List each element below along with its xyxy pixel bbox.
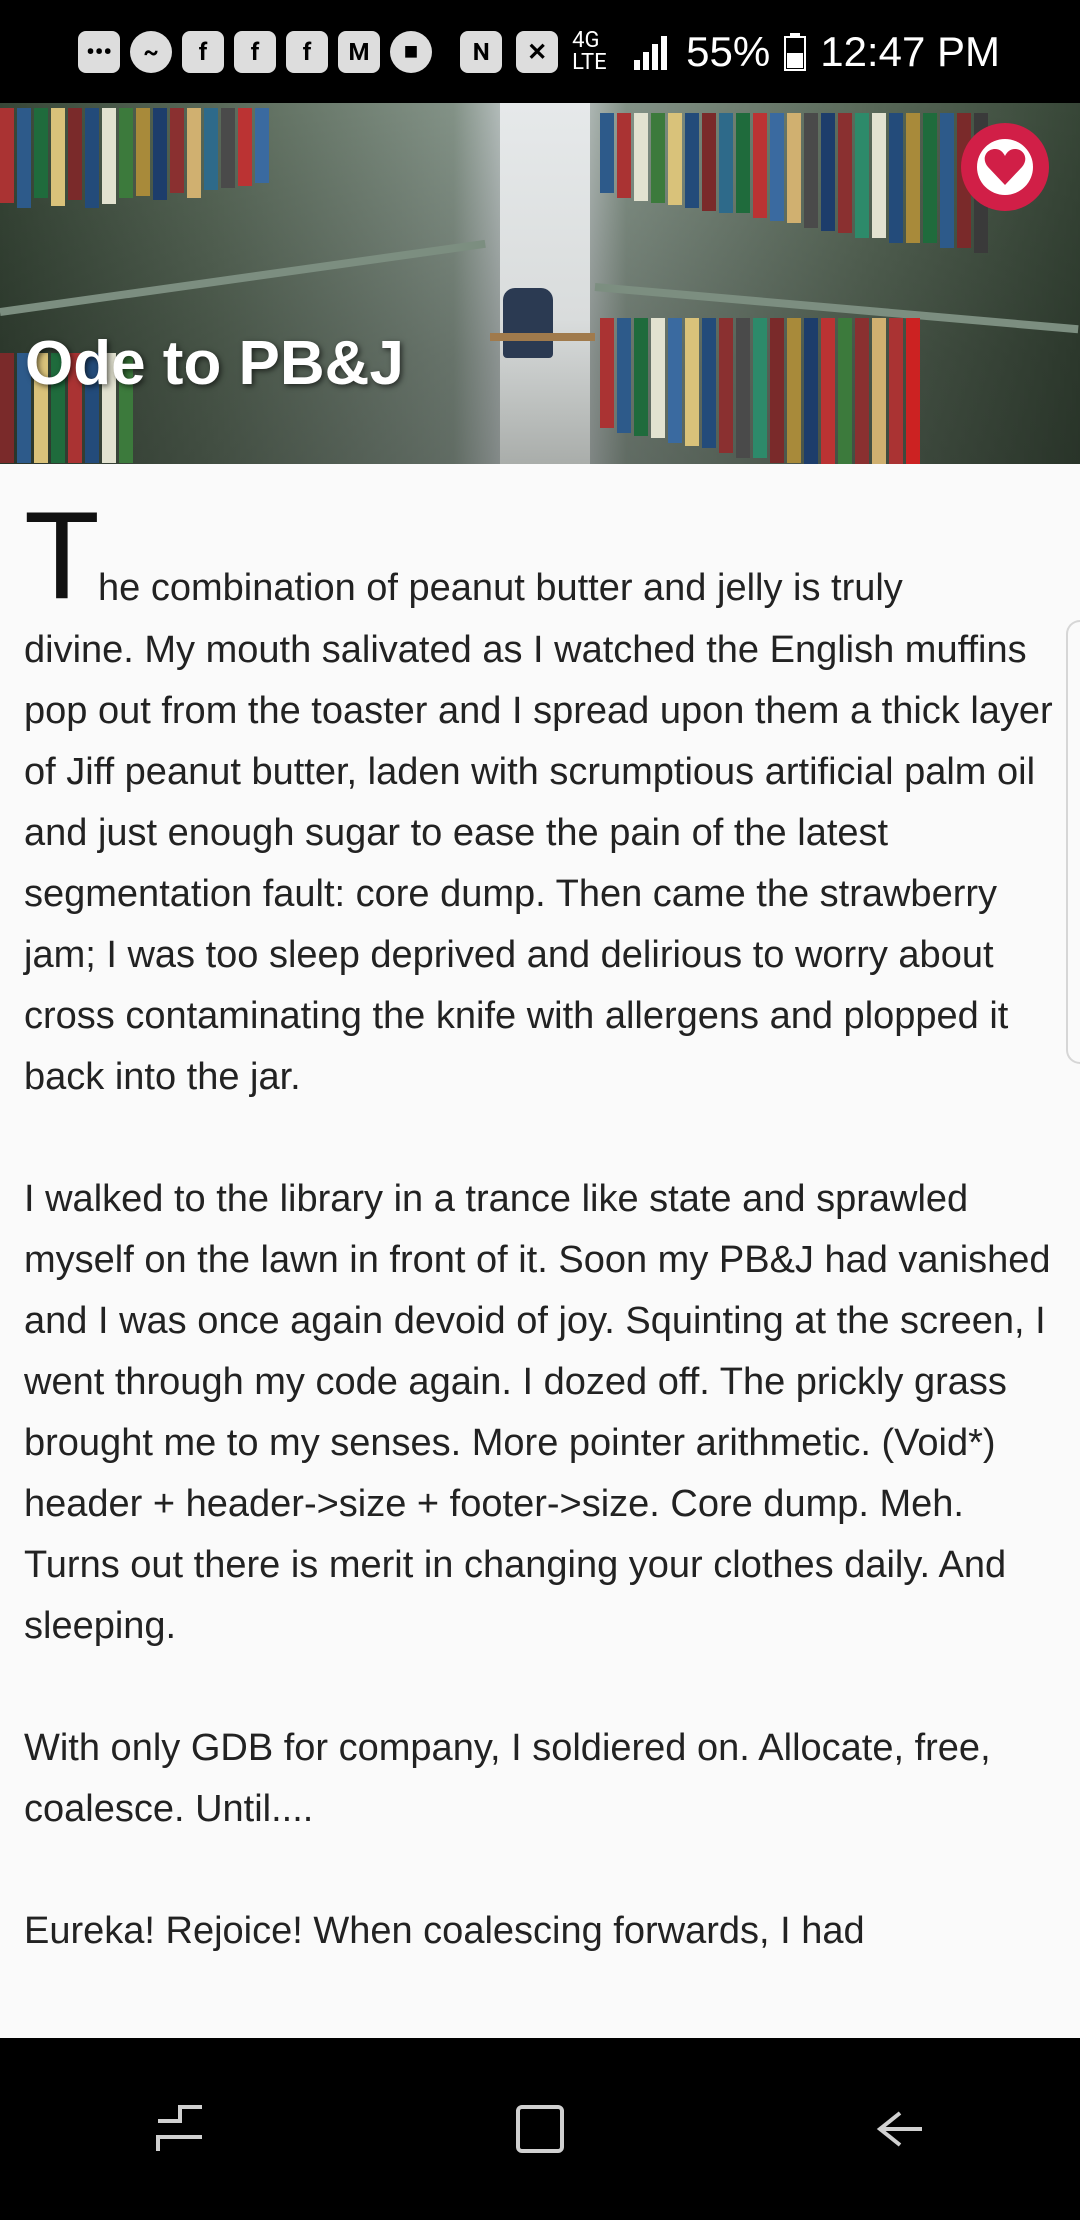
facebook-icon: f	[286, 30, 328, 73]
library-corridor	[500, 103, 590, 464]
back-button[interactable]	[860, 2089, 940, 2169]
article-body: T he combination of peanut butter and je…	[24, 494, 1064, 1962]
favorite-inner	[977, 139, 1033, 195]
facebook-icon: f	[234, 30, 276, 73]
nfc-icon: N	[460, 30, 503, 73]
stop-icon: ■	[390, 30, 432, 73]
battery-icon	[784, 32, 807, 71]
paragraph-4: Eureka! Rejoice! When coalescing forward…	[24, 1910, 865, 1952]
paragraph-2: I walked to the library in a trance like…	[24, 1178, 1051, 1647]
system-status: N ✕ 4G LTE 55% 12:47 PM	[460, 0, 1000, 103]
home-icon	[516, 2105, 564, 2153]
mute-icon: ✕	[516, 30, 559, 73]
left-books-top	[0, 108, 269, 208]
favorite-button[interactable]	[961, 123, 1049, 211]
desk-shape	[490, 333, 595, 341]
clock: 12:47 PM	[820, 27, 1000, 75]
notification-icons: ••• ~ f f f M ■	[78, 0, 432, 103]
right-books-top	[600, 113, 988, 253]
article-title: Ode to PB&J	[25, 329, 404, 398]
article-first-line: T he combination of peanut butter and je…	[24, 494, 1064, 620]
battery-percent: 55%	[686, 27, 771, 75]
right-books-bottom	[600, 318, 920, 464]
article-first-line-text: he combination of peanut butter and jell…	[98, 567, 903, 609]
person-shape	[503, 288, 553, 358]
more-icon: •••	[78, 30, 120, 73]
messenger-icon: ~	[130, 30, 172, 73]
heart-icon	[984, 149, 1026, 185]
drop-cap: T	[24, 487, 100, 625]
paragraph-3: With only GDB for company, I soldiered o…	[24, 1727, 991, 1830]
home-button[interactable]	[500, 2089, 580, 2169]
signal-icon	[634, 35, 668, 70]
status-bar: ••• ~ f f f M ■ N ✕ 4G LTE 55% 12:47 PM	[0, 0, 1080, 103]
recents-button[interactable]	[140, 2089, 220, 2169]
gmail-icon: M	[338, 30, 380, 73]
left-shelf-1	[0, 239, 486, 316]
edge-panel-handle[interactable]	[1066, 620, 1080, 1064]
network-label: 4G LTE	[572, 27, 607, 75]
paragraph-1: divine. My mouth salivated as I watched …	[24, 629, 1053, 1098]
recents-icon	[156, 2105, 202, 2151]
header-image: Ode to PB&J	[0, 103, 1080, 464]
back-icon	[876, 2111, 922, 2147]
facebook-icon: f	[182, 30, 224, 73]
navigation-bar	[0, 2038, 1080, 2220]
